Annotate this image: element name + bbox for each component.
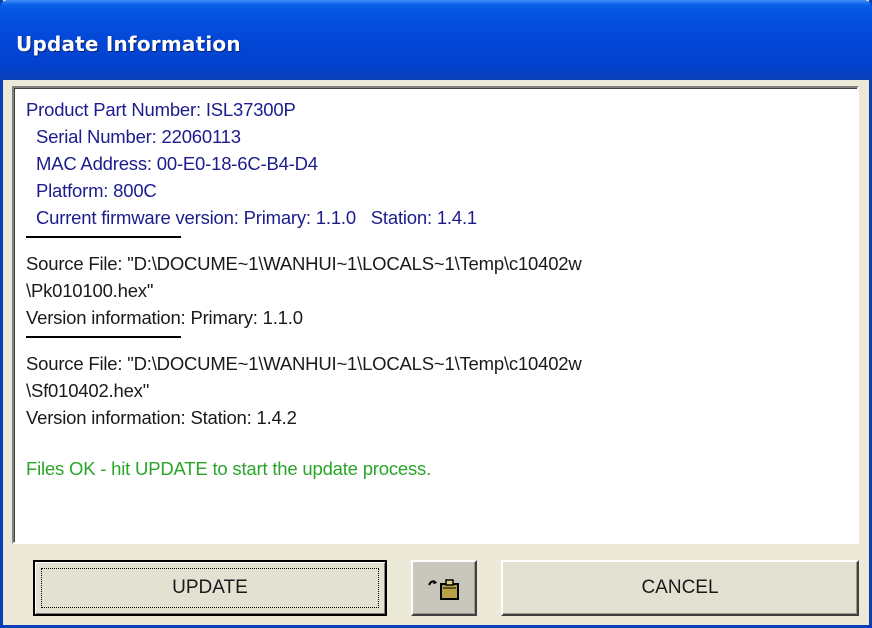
- source-file-2-version: Version information: Station: 1.4.2: [26, 407, 297, 428]
- cancel-button-label: CANCEL: [641, 577, 719, 598]
- update-button[interactable]: UPDATE: [33, 560, 387, 616]
- button-row: UPDATE CANCEL: [3, 560, 869, 618]
- mac-address: MAC Address: 00-E0-18-6C-B4-D4: [36, 153, 318, 174]
- update-information-dialog: Update Information Product Part Number: …: [0, 0, 872, 628]
- title-bar[interactable]: Update Information: [0, 0, 872, 80]
- source-file-2-filename: \Sf010402.hex": [26, 380, 150, 401]
- current-firmware-version: Current firmware version: Primary: 1.1.0…: [36, 207, 477, 228]
- product-part-number: Product Part Number: ISL37300P: [26, 99, 296, 120]
- serial-number: Serial Number: 22060113: [36, 126, 241, 147]
- source-file-1-version: Version information: Primary: 1.1.0: [26, 307, 303, 328]
- source-file-2-path: Source File: "D:\DOCUME~1\WANHUI~1\LOCAL…: [26, 353, 582, 374]
- separator-line: [26, 336, 181, 338]
- status-message: Files OK - hit UPDATE to start the updat…: [26, 458, 432, 479]
- source-file-1-filename: \Pk010100.hex": [26, 280, 154, 301]
- platform: Platform: 800C: [36, 180, 157, 201]
- cancel-button[interactable]: CANCEL: [501, 560, 859, 616]
- update-info-panel[interactable]: Product Part Number: ISL37300P Serial Nu…: [12, 86, 859, 544]
- separator-line: [26, 236, 181, 238]
- focus-rectangle: [41, 568, 379, 608]
- clipboard-button[interactable]: [411, 560, 477, 616]
- source-file-1-path: Source File: "D:\DOCUME~1\WANHUI~1\LOCAL…: [26, 253, 582, 274]
- update-info-content: Product Part Number: ISL37300P Serial Nu…: [26, 96, 849, 482]
- window-title: Update Information: [16, 32, 241, 56]
- clipboard-icon: [427, 575, 461, 601]
